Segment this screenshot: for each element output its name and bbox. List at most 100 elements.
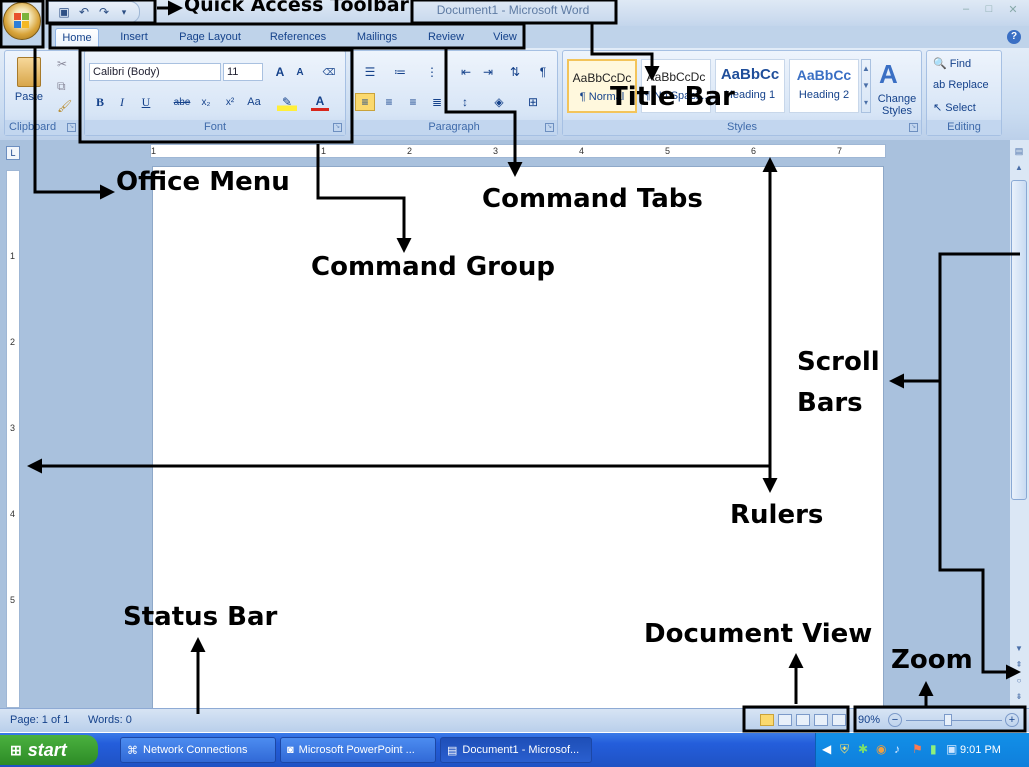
replace-button[interactable]: ab Replace: [933, 79, 989, 91]
zoom-in-icon[interactable]: +: [1005, 713, 1019, 727]
font-launcher-icon[interactable]: ↘: [333, 123, 342, 132]
font-label: Font: [85, 120, 345, 135]
monitor-icon[interactable]: ▣: [946, 742, 957, 756]
italic-button[interactable]: I: [113, 93, 131, 111]
bullets-icon[interactable]: ☰: [357, 63, 383, 81]
shading-icon[interactable]: ◈: [487, 93, 511, 111]
taskbar-item-network[interactable]: ⌘ Network Connections: [120, 737, 276, 763]
save-icon[interactable]: ▣: [55, 3, 73, 21]
ribbon-tabs: Home Insert Page Layout References Maili…: [0, 26, 1029, 48]
redo-icon[interactable]: ↷: [95, 3, 113, 21]
office-button[interactable]: [3, 2, 41, 40]
decrease-indent-icon[interactable]: ⇤: [457, 63, 475, 81]
previous-page-icon[interactable]: ⇞: [1011, 660, 1027, 674]
customize-icon[interactable]: ▾: [115, 3, 133, 21]
change-case-button[interactable]: Aa: [243, 93, 265, 111]
close-button[interactable]: ✕: [1003, 3, 1023, 19]
align-right-icon[interactable]: ≡: [403, 93, 423, 111]
increase-indent-icon[interactable]: ⇥: [479, 63, 497, 81]
show-formatting-button[interactable]: ¶: [533, 63, 553, 81]
superscript-button[interactable]: x²: [221, 93, 239, 111]
taskbar-item-powerpoint[interactable]: ◙ Microsoft PowerPoint ...: [280, 737, 436, 763]
scroll-thumb[interactable]: [1011, 180, 1027, 500]
paragraph-launcher-icon[interactable]: ↘: [545, 123, 554, 132]
full-screen-reading-icon[interactable]: [778, 714, 792, 726]
copy-icon[interactable]: ⧉: [57, 79, 66, 94]
styles-scroll-icon[interactable]: ▲ ▼ ▾: [861, 59, 871, 113]
view-ruler-icon[interactable]: ▤: [1011, 146, 1027, 160]
zoom-level[interactable]: 90%: [858, 714, 880, 726]
scroll-annotation: Scroll: [797, 347, 880, 377]
battery-icon[interactable]: ▮: [930, 742, 937, 756]
select-button[interactable]: ↖ Select: [933, 101, 976, 114]
shield-icon[interactable]: ⛨: [840, 742, 849, 757]
scroll-up-icon[interactable]: ▲: [1011, 163, 1027, 177]
highlight-icon[interactable]: ✎: [277, 93, 297, 111]
browse-object-icon[interactable]: ○: [1011, 676, 1027, 690]
outline-icon[interactable]: [814, 714, 828, 726]
minimize-button[interactable]: –: [956, 3, 976, 19]
align-left-icon[interactable]: ≡: [355, 93, 375, 111]
windows-flag-icon[interactable]: ⚑: [912, 742, 923, 756]
volume-icon[interactable]: ♪: [894, 742, 900, 756]
strikethrough-button[interactable]: abe: [171, 93, 193, 111]
tab-review[interactable]: Review: [420, 28, 472, 48]
underline-button[interactable]: U: [137, 93, 155, 111]
print-layout-icon[interactable]: [760, 714, 774, 726]
format-painter-icon[interactable]: 🖌: [57, 99, 72, 113]
align-center-icon[interactable]: ≡: [379, 93, 399, 111]
powerpoint-icon: ◙: [287, 744, 294, 756]
vertical-ruler[interactable]: 1 2 3 4 5: [6, 170, 20, 708]
styles-launcher-icon[interactable]: ↘: [909, 123, 918, 132]
multilevel-list-icon[interactable]: ⋮: [421, 63, 443, 81]
command-tabs-annotation: Command Tabs: [482, 184, 703, 214]
tab-references[interactable]: References: [262, 28, 334, 48]
font-size-combo[interactable]: 11: [223, 63, 263, 81]
subscript-button[interactable]: x₂: [197, 93, 215, 111]
style-preview: AaBbCc: [796, 67, 852, 83]
borders-icon[interactable]: ⊞: [521, 93, 545, 111]
find-button[interactable]: 🔍 Find: [933, 57, 971, 70]
draft-icon[interactable]: [832, 714, 846, 726]
clock[interactable]: 9:01 PM: [960, 744, 1001, 756]
style-heading-2[interactable]: AaBbCc Heading 2: [789, 59, 859, 113]
grow-font-button[interactable]: A: [271, 63, 289, 81]
tab-home[interactable]: Home: [55, 28, 99, 48]
tab-insert[interactable]: Insert: [110, 28, 158, 48]
font-name-combo[interactable]: Calibri (Body): [89, 63, 221, 81]
web-layout-icon[interactable]: [796, 714, 810, 726]
sort-icon[interactable]: ⇅: [505, 63, 525, 81]
word-count[interactable]: Words: 0: [88, 714, 132, 726]
clipboard-launcher-icon[interactable]: ↘: [67, 123, 76, 132]
cut-icon[interactable]: ✂: [57, 57, 67, 71]
font-color-icon[interactable]: A: [311, 93, 329, 111]
start-button[interactable]: ⊞ start: [0, 735, 98, 765]
clear-format-icon[interactable]: ⌫: [319, 63, 339, 81]
app-tray-icon[interactable]: ◉: [876, 742, 886, 756]
tray-expand-icon[interactable]: ◀: [822, 742, 831, 756]
network-tray-icon[interactable]: ✱: [858, 742, 868, 756]
zoom-slider-thumb[interactable]: [944, 714, 952, 726]
shrink-font-button[interactable]: A: [291, 63, 309, 81]
help-icon[interactable]: ?: [1007, 30, 1021, 44]
numbering-icon[interactable]: ≔: [387, 63, 413, 81]
page-count[interactable]: Page: 1 of 1: [10, 714, 69, 726]
tab-selector-icon[interactable]: L: [6, 146, 20, 160]
tab-mailings[interactable]: Mailings: [345, 28, 409, 48]
undo-icon[interactable]: ↶: [75, 3, 93, 21]
replace-label: Replace: [948, 79, 989, 91]
paste-button[interactable]: Paste: [11, 91, 47, 103]
tab-view[interactable]: View: [484, 28, 526, 48]
taskbar-item-word[interactable]: ▤ Document1 - Microsof...: [440, 737, 592, 763]
horizontal-ruler[interactable]: 1 1 2 3 4 5 6 7: [150, 144, 886, 158]
scroll-down-icon[interactable]: ▼: [1011, 644, 1027, 658]
line-spacing-icon[interactable]: ↕: [453, 93, 477, 111]
bold-button[interactable]: B: [91, 93, 109, 111]
zoom-out-icon[interactable]: −: [888, 713, 902, 727]
maximize-button[interactable]: □: [979, 3, 999, 19]
change-styles-button[interactable]: Change Styles: [873, 93, 921, 117]
justify-icon[interactable]: ≣: [427, 93, 447, 111]
zoom-slider[interactable]: [906, 720, 1002, 721]
next-page-icon[interactable]: ⇟: [1011, 692, 1027, 706]
tab-page-layout[interactable]: Page Layout: [170, 28, 250, 48]
